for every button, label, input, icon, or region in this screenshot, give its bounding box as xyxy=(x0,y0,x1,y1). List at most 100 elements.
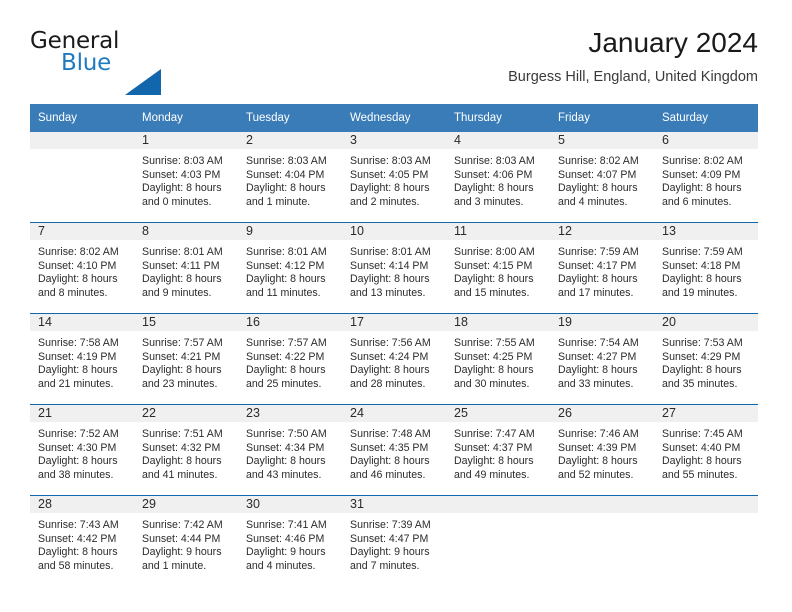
calendar-day-cell[interactable]: 20 Sunrise: 7:53 AM Sunset: 4:29 PM Dayligh… xyxy=(654,313,758,405)
day-detail-sunrise: Sunrise: 8:01 AM xyxy=(142,246,223,258)
calendar-day-cell[interactable]: 9 Sunrise: 8:01 AM Sunset: 4:12 PM Daylight… xyxy=(238,222,342,314)
calendar-day-cell[interactable]: 30 Sunrise: 7:41 AM Sunset: 4:46 PM Dayligh… xyxy=(238,495,342,586)
day-detail-sunset: Sunset: 4:35 PM xyxy=(350,441,429,454)
weekday-header-tuesday: Tuesday xyxy=(238,104,342,132)
day-detail-daylight-line2: and 21 minutes. xyxy=(38,377,114,390)
day-cell-inner: 23 Sunrise: 7:50 AM Sunset: 4:34 PM Dayligh… xyxy=(238,405,342,495)
calendar-day-cell[interactable]: 26 Sunrise: 7:46 AM Sunset: 4:39 PM Dayligh… xyxy=(550,404,654,496)
day-details: Sunrise: 7:52 AM Sunset: 4:30 PM Daylight:… xyxy=(30,422,134,482)
day-number: 1 xyxy=(134,132,238,149)
calendar-day-cell[interactable]: 12 Sunrise: 7:59 AM Sunset: 4:17 PM Dayligh… xyxy=(550,222,654,314)
day-detail-sunset: Sunset: 4:14 PM xyxy=(350,259,429,272)
calendar-day-cell[interactable]: 1 Sunrise: 8:03 AM Sunset: 4:03 PM Daylight… xyxy=(134,132,238,223)
calendar-day-cell[interactable]: 10 Sunrise: 8:01 AM Sunset: 4:14 PM Dayligh… xyxy=(342,222,446,314)
day-details: Sunrise: 7:43 AM Sunset: 4:42 PM Daylight:… xyxy=(30,513,134,573)
calendar-day-cell[interactable]: 23 Sunrise: 7:50 AM Sunset: 4:34 PM Dayligh… xyxy=(238,404,342,496)
calendar-week-row: 14 Sunrise: 7:58 AM Sunset: 4:19 PM Dayligh… xyxy=(30,313,758,405)
day-number: 7 xyxy=(30,223,134,240)
day-cell-inner: 5 Sunrise: 8:02 AM Sunset: 4:07 PM Daylight… xyxy=(550,132,654,222)
day-number: 13 xyxy=(654,223,758,240)
calendar-day-cell[interactable]: 21 Sunrise: 7:52 AM Sunset: 4:30 PM Dayligh… xyxy=(30,404,134,496)
day-cell-inner: 30 Sunrise: 7:41 AM Sunset: 4:46 PM Dayligh… xyxy=(238,496,342,586)
day-detail-sunrise: Sunrise: 7:56 AM xyxy=(350,337,431,349)
calendar-day-cell[interactable]: 24 Sunrise: 7:48 AM Sunset: 4:35 PM Dayligh… xyxy=(342,404,446,496)
day-details: Sunrise: 7:41 AM Sunset: 4:46 PM Daylight:… xyxy=(238,513,342,573)
calendar-day-cell[interactable]: 17 Sunrise: 7:56 AM Sunset: 4:24 PM Dayligh… xyxy=(342,313,446,405)
calendar-day-cell[interactable]: 8 Sunrise: 8:01 AM Sunset: 4:11 PM Daylight… xyxy=(134,222,238,314)
day-number: 15 xyxy=(134,314,238,331)
brand-logo[interactable]: General Blue xyxy=(30,28,230,95)
calendar-day-cell[interactable]: 3 Sunrise: 8:03 AM Sunset: 4:05 PM Daylight… xyxy=(342,132,446,223)
calendar-day-cell[interactable]: 28 Sunrise: 7:43 AM Sunset: 4:42 PM Dayligh… xyxy=(30,495,134,586)
day-detail-daylight-line1: Daylight: 8 hours xyxy=(38,364,118,377)
day-detail-daylight-line1: Daylight: 9 hours xyxy=(350,546,430,559)
day-details: Sunrise: 8:02 AM Sunset: 4:07 PM Daylight:… xyxy=(550,149,654,209)
day-detail-sunset: Sunset: 4:27 PM xyxy=(558,350,637,363)
weekday-header-sunday: Sunday xyxy=(30,104,134,132)
day-detail-sunrise: Sunrise: 7:55 AM xyxy=(454,337,535,349)
day-number: 25 xyxy=(446,405,550,422)
calendar-day-cell[interactable]: 29 Sunrise: 7:42 AM Sunset: 4:44 PM Dayligh… xyxy=(134,495,238,586)
calendar-week-row: 21 Sunrise: 7:52 AM Sunset: 4:30 PM Dayligh… xyxy=(30,404,758,496)
calendar-day-cell[interactable]: 6 Sunrise: 8:02 AM Sunset: 4:09 PM Daylight… xyxy=(654,132,758,223)
day-detail-sunset: Sunset: 4:07 PM xyxy=(558,168,637,181)
day-details: Sunrise: 7:51 AM Sunset: 4:32 PM Daylight:… xyxy=(134,422,238,482)
day-number xyxy=(654,496,758,513)
day-detail-sunrise: Sunrise: 7:48 AM xyxy=(350,428,431,440)
day-detail-daylight-line1: Daylight: 8 hours xyxy=(246,182,326,195)
day-detail-daylight-line2: and 8 minutes. xyxy=(38,286,108,299)
day-detail-daylight-line1: Daylight: 8 hours xyxy=(558,273,638,286)
day-detail-daylight-line2: and 43 minutes. xyxy=(246,468,322,481)
day-detail-daylight-line2: and 33 minutes. xyxy=(558,377,634,390)
calendar-day-cell[interactable]: 22 Sunrise: 7:51 AM Sunset: 4:32 PM Dayligh… xyxy=(134,404,238,496)
calendar-day-cell[interactable]: 11 Sunrise: 8:00 AM Sunset: 4:15 PM Dayligh… xyxy=(446,222,550,314)
day-detail-daylight-line2: and 49 minutes. xyxy=(454,468,530,481)
day-detail-sunset: Sunset: 4:32 PM xyxy=(142,441,221,454)
calendar-day-cell[interactable]: 4 Sunrise: 8:03 AM Sunset: 4:06 PM Daylight… xyxy=(446,132,550,223)
day-cell-inner: 27 Sunrise: 7:45 AM Sunset: 4:40 PM Dayligh… xyxy=(654,405,758,495)
day-detail-daylight-line1: Daylight: 9 hours xyxy=(246,546,326,559)
day-detail-daylight-line1: Daylight: 8 hours xyxy=(142,273,222,286)
calendar-day-cell[interactable]: 5 Sunrise: 8:02 AM Sunset: 4:07 PM Daylight… xyxy=(550,132,654,223)
day-cell-inner: 11 Sunrise: 8:00 AM Sunset: 4:15 PM Dayligh… xyxy=(446,223,550,313)
day-detail-sunrise: Sunrise: 8:02 AM xyxy=(662,155,743,167)
day-cell-inner: 7 Sunrise: 8:02 AM Sunset: 4:10 PM Daylight… xyxy=(30,223,134,313)
day-detail-daylight-line1: Daylight: 8 hours xyxy=(454,364,534,377)
day-cell-inner: 10 Sunrise: 8:01 AM Sunset: 4:14 PM Dayligh… xyxy=(342,223,446,313)
calendar-week-row: 28 Sunrise: 7:43 AM Sunset: 4:42 PM Dayligh… xyxy=(30,495,758,586)
calendar-day-cell-empty xyxy=(30,132,134,223)
day-detail-sunrise: Sunrise: 7:50 AM xyxy=(246,428,327,440)
calendar-day-cell[interactable]: 31 Sunrise: 7:39 AM Sunset: 4:47 PM Dayligh… xyxy=(342,495,446,586)
day-number: 14 xyxy=(30,314,134,331)
day-cell-inner: 6 Sunrise: 8:02 AM Sunset: 4:09 PM Daylight… xyxy=(654,132,758,222)
day-details xyxy=(654,513,758,519)
weekday-header-wednesday: Wednesday xyxy=(342,104,446,132)
calendar-day-cell[interactable]: 19 Sunrise: 7:54 AM Sunset: 4:27 PM Dayligh… xyxy=(550,313,654,405)
calendar-day-cell[interactable]: 25 Sunrise: 7:47 AM Sunset: 4:37 PM Dayligh… xyxy=(446,404,550,496)
calendar-day-cell[interactable]: 13 Sunrise: 7:59 AM Sunset: 4:18 PM Dayligh… xyxy=(654,222,758,314)
day-detail-sunrise: Sunrise: 7:58 AM xyxy=(38,337,119,349)
day-detail-sunset: Sunset: 4:10 PM xyxy=(38,259,117,272)
day-detail-daylight-line2: and 52 minutes. xyxy=(558,468,634,481)
day-number: 16 xyxy=(238,314,342,331)
day-cell-inner: 18 Sunrise: 7:55 AM Sunset: 4:25 PM Dayligh… xyxy=(446,314,550,404)
brand-name-blue: Blue xyxy=(61,50,112,76)
calendar-day-cell-empty xyxy=(654,495,758,586)
calendar-day-cell[interactable]: 27 Sunrise: 7:45 AM Sunset: 4:40 PM Dayligh… xyxy=(654,404,758,496)
day-number: 18 xyxy=(446,314,550,331)
calendar-day-cell[interactable]: 15 Sunrise: 7:57 AM Sunset: 4:21 PM Dayligh… xyxy=(134,313,238,405)
calendar-week-row: 7 Sunrise: 8:02 AM Sunset: 4:10 PM Daylight… xyxy=(30,222,758,314)
day-detail-daylight-line2: and 28 minutes. xyxy=(350,377,426,390)
day-number xyxy=(446,496,550,513)
calendar-day-cell[interactable]: 18 Sunrise: 7:55 AM Sunset: 4:25 PM Dayligh… xyxy=(446,313,550,405)
calendar-day-cell[interactable]: 7 Sunrise: 8:02 AM Sunset: 4:10 PM Daylight… xyxy=(30,222,134,314)
day-detail-sunset: Sunset: 4:40 PM xyxy=(662,441,741,454)
day-detail-daylight-line1: Daylight: 8 hours xyxy=(454,455,534,468)
calendar-day-cell[interactable]: 16 Sunrise: 7:57 AM Sunset: 4:22 PM Dayligh… xyxy=(238,313,342,405)
day-number: 22 xyxy=(134,405,238,422)
day-detail-sunset: Sunset: 4:25 PM xyxy=(454,350,533,363)
day-cell-inner: 2 Sunrise: 8:03 AM Sunset: 4:04 PM Daylight… xyxy=(238,132,342,222)
day-detail-daylight-line2: and 25 minutes. xyxy=(246,377,322,390)
calendar-day-cell[interactable]: 2 Sunrise: 8:03 AM Sunset: 4:04 PM Daylight… xyxy=(238,132,342,223)
calendar-day-cell[interactable]: 14 Sunrise: 7:58 AM Sunset: 4:19 PM Dayligh… xyxy=(30,313,134,405)
